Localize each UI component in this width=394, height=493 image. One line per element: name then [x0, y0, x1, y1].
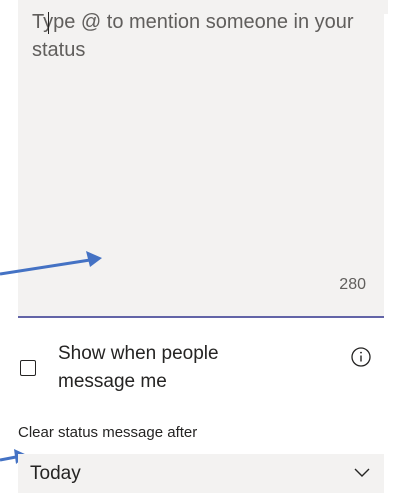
chevron-down-icon	[354, 468, 370, 477]
status-message-field[interactable]: 280	[18, 0, 384, 318]
clear-after-dropdown[interactable]: Today	[18, 454, 384, 493]
clear-after-selected: Today	[30, 463, 81, 484]
char-count: 280	[339, 276, 366, 293]
info-icon[interactable]	[350, 346, 372, 368]
clear-status-label: Clear status message after	[18, 424, 198, 441]
show-when-messaged-label: Show when people message me	[58, 343, 219, 392]
show-when-messaged-checkbox[interactable]	[20, 360, 36, 376]
set-status-panel: 280 Show when people message me Clear st…	[0, 0, 394, 493]
show-when-messaged-row[interactable]: Show when people message me	[18, 338, 384, 398]
status-message-input[interactable]	[32, 8, 372, 248]
text-caret	[48, 12, 49, 34]
